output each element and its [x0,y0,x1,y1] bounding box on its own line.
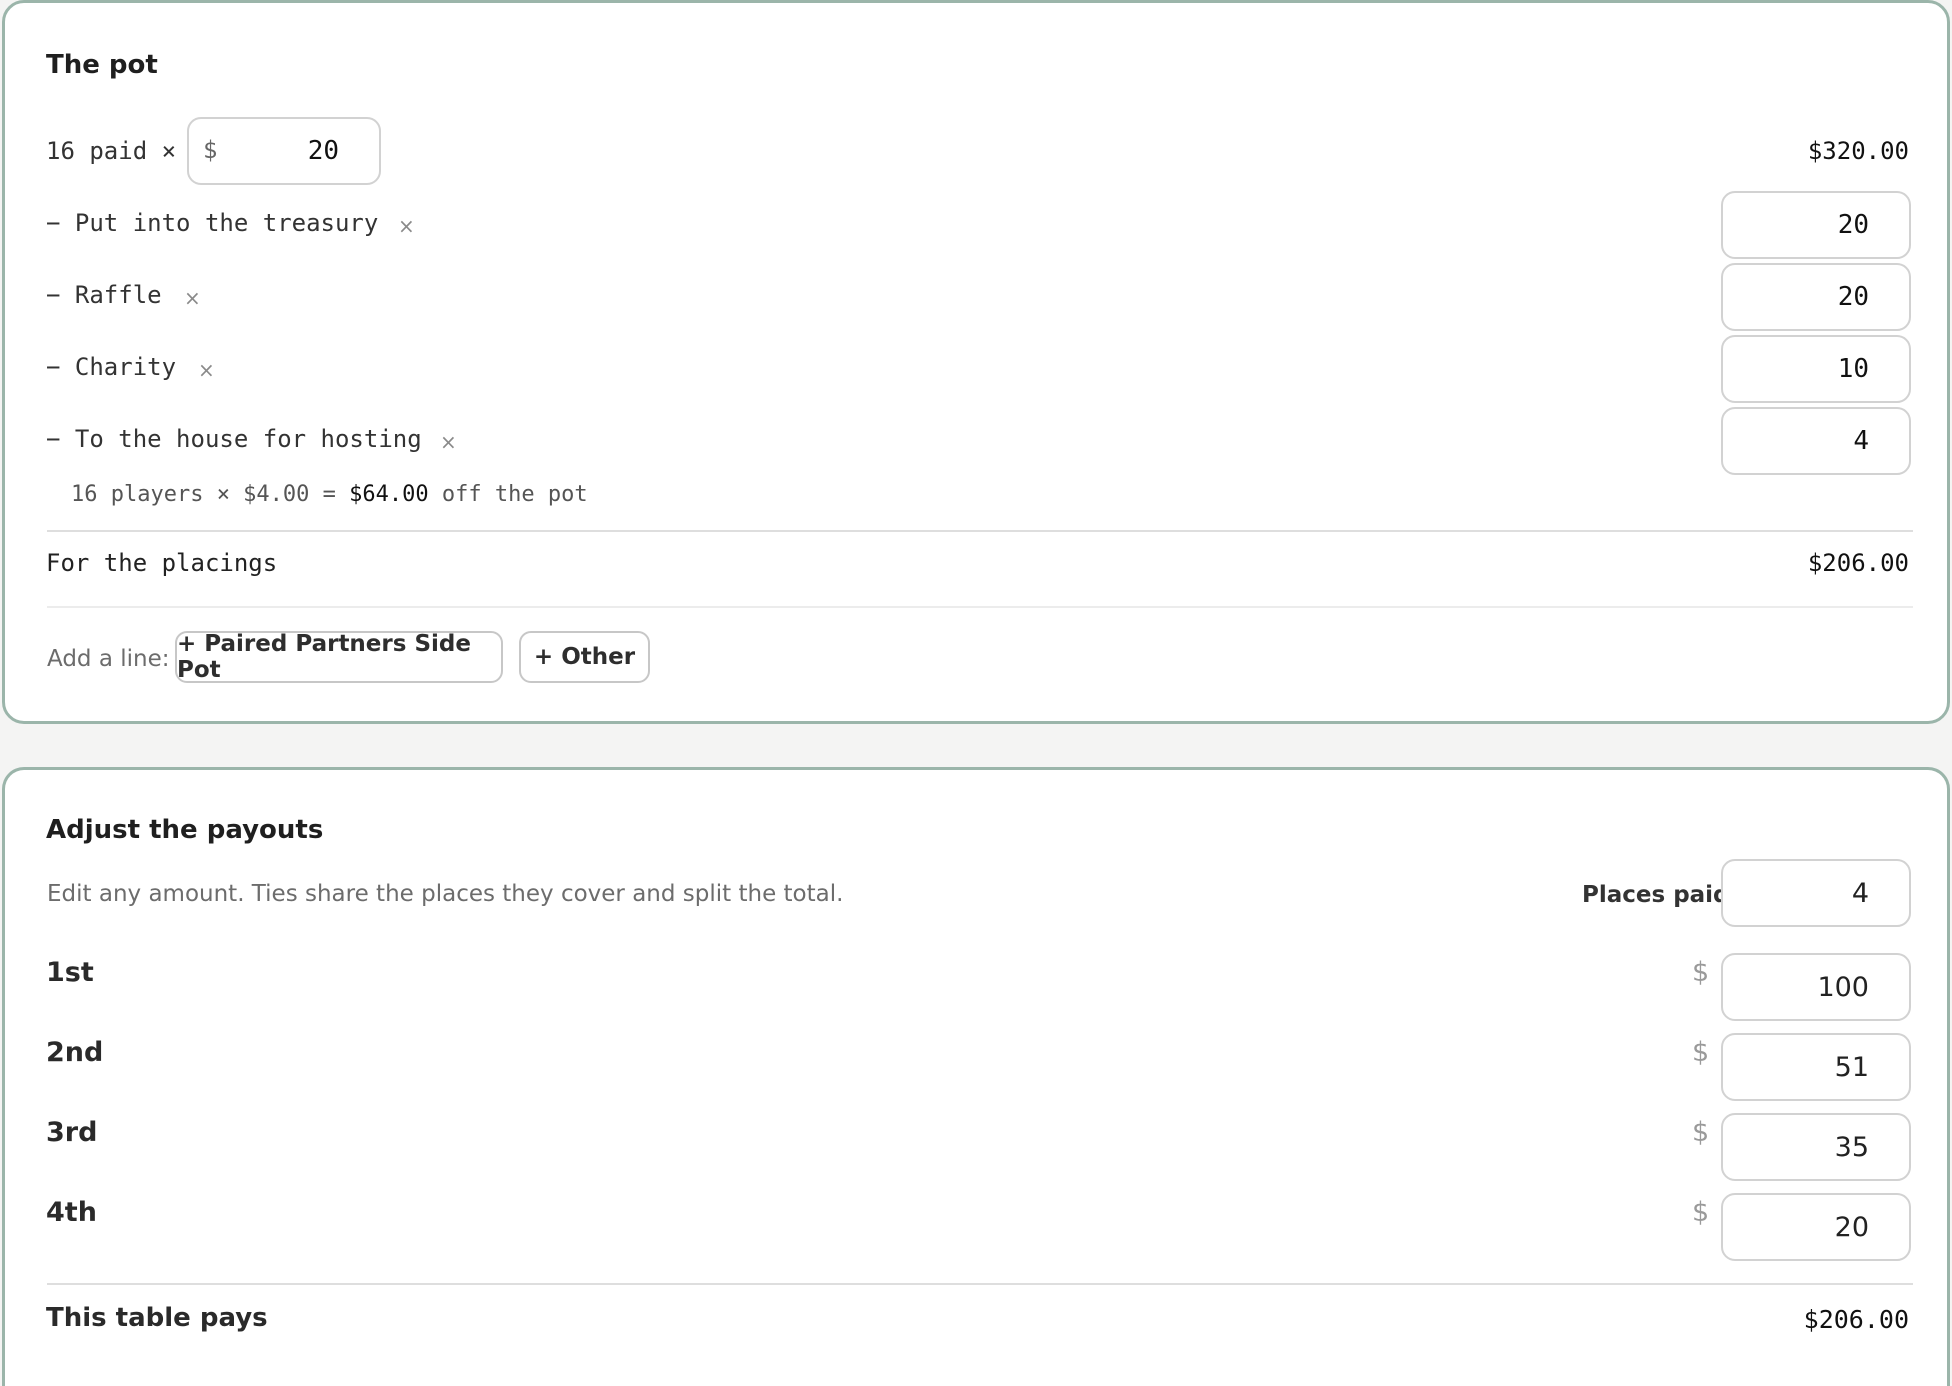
placings-total: $206.00 [1807,549,1909,577]
table-pays-total: $206.00 [1803,1305,1909,1334]
deduction-label: − To the house for hosting [46,425,422,453]
house-fee-note-suffix: off the pot [428,482,588,507]
house-fee-note-amount: $64.00 [349,482,429,507]
deduction-input-charity[interactable] [1721,335,1911,403]
entry-fee-field[interactable]: $ [187,117,381,185]
entry-fee-input[interactable] [229,129,339,173]
remove-line-icon[interactable]: × [440,430,457,454]
currency-sign: $ [1692,1117,1710,1148]
entry-fee-currency: $ [203,136,218,164]
payouts-card: Adjust the payouts Edit any amount. Ties… [2,767,1950,1386]
divider [47,606,1913,608]
deduction-label: − Put into the treasury [46,209,379,237]
payouts-hint: Edit any amount. Ties share the places t… [47,881,844,907]
divider [47,530,1913,532]
place-label: 3rd [46,1117,98,1148]
deduction-label: − Charity [46,353,177,381]
remove-line-icon[interactable]: × [198,358,215,382]
table-pays-label: This table pays [46,1303,268,1333]
divider [47,1283,1913,1285]
payouts-title: Adjust the payouts [46,815,324,845]
house-fee-note: 16 players × $4.00 = $64.00 off the pot [71,482,588,507]
place-label: 2nd [46,1037,104,1068]
payout-input-2nd[interactable] [1721,1033,1911,1101]
currency-sign: $ [1692,957,1710,988]
pot-card: The pot 16 paid × $ $320.00 − Put into t… [2,0,1950,724]
payout-input-3rd[interactable] [1721,1113,1911,1181]
currency-sign: $ [1692,1037,1710,1068]
add-paired-partners-button[interactable]: + Paired Partners Side Pot [175,631,503,683]
places-paid-input[interactable] [1721,859,1911,927]
place-label: 1st [46,957,94,988]
pot-title: The pot [46,50,158,80]
deduction-input-house[interactable] [1721,407,1911,475]
deduction-input-raffle[interactable] [1721,263,1911,331]
add-line-label: Add a line: [47,646,170,672]
remove-line-icon[interactable]: × [184,286,201,310]
deduction-label: − Raffle [46,281,162,309]
deduction-input-treasury[interactable] [1721,191,1911,259]
places-paid-label: Places paid [1582,882,1730,908]
add-other-button[interactable]: + Other [519,631,650,683]
gross-pot-total: $320.00 [1807,137,1909,165]
payout-input-1st[interactable] [1721,953,1911,1021]
place-label: 4th [46,1197,97,1228]
paid-count-label: 16 paid × [46,137,177,165]
placings-label: For the placings [46,549,278,577]
remove-line-icon[interactable]: × [398,214,415,238]
payout-input-4th[interactable] [1721,1193,1911,1261]
house-fee-note-prefix: 16 players × $4.00 = [71,482,350,507]
currency-sign: $ [1692,1197,1710,1228]
